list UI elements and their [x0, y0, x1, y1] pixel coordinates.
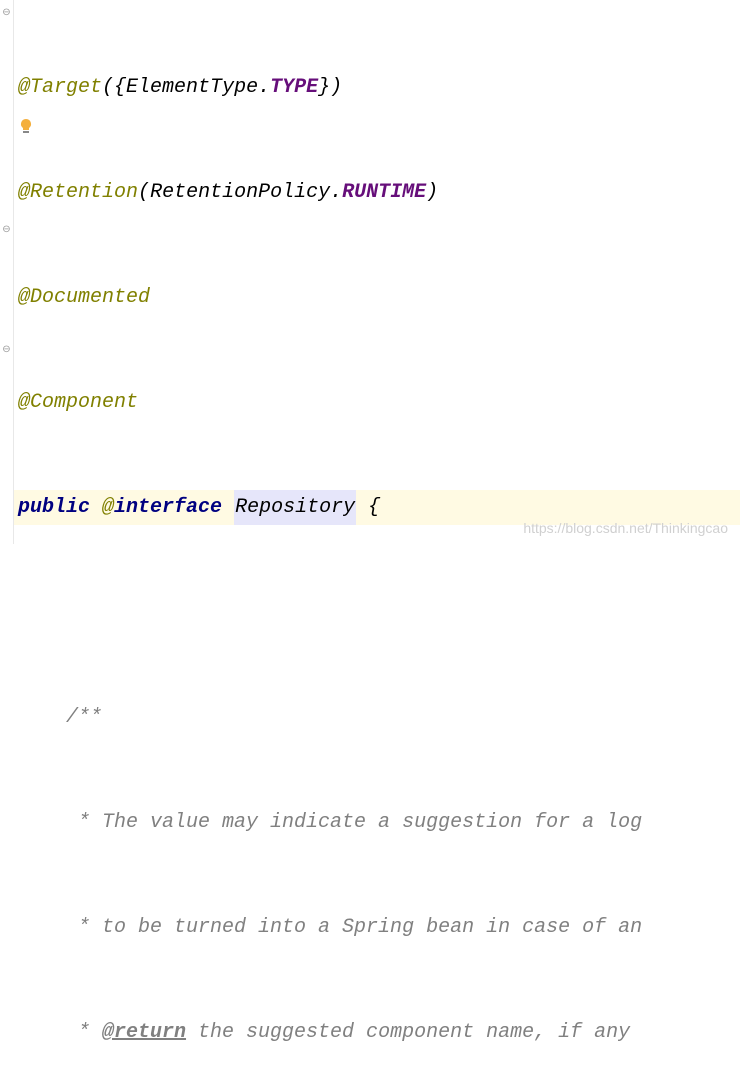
annotation-name: Retention	[30, 175, 138, 210]
code-content[interactable]: @Target({ElementType.TYPE}) @Retention(R…	[14, 0, 740, 544]
annotation-at: @	[18, 280, 30, 315]
code-line[interactable]: * @return the suggested component name, …	[18, 1015, 740, 1050]
javadoc-return-tag: @return	[102, 1015, 186, 1050]
code-line[interactable]: @Target({ElementType.TYPE})	[18, 70, 740, 105]
paren: (	[138, 175, 150, 210]
javadoc-start: /**	[18, 700, 102, 735]
code-line[interactable]: * The value may indicate a suggestion fo…	[18, 805, 740, 840]
javadoc-text: the suggested component name, if any	[186, 1015, 630, 1050]
paren: })	[318, 70, 342, 105]
annotation-at: @	[18, 70, 30, 105]
code-line[interactable]: @Retention(RetentionPolicy.RUNTIME)	[18, 175, 740, 210]
fold-mark[interactable]: ⊖	[1, 345, 12, 356]
code-line[interactable]: /**	[18, 700, 740, 735]
annotation-name: Component	[30, 385, 138, 420]
annotation-name: Documented	[30, 280, 150, 315]
code-line[interactable]: * to be turned into a Spring bean in cas…	[18, 910, 740, 945]
fold-mark[interactable]: ⊖	[1, 225, 12, 236]
fold-mark[interactable]: ⊖	[1, 8, 12, 19]
annotation-at: @	[18, 385, 30, 420]
type-name-highlighted: Repository	[234, 490, 356, 525]
watermark-text: https://blog.csdn.net/Thinkingcao	[523, 520, 728, 536]
code-line-empty[interactable]	[18, 595, 740, 630]
enum-constant: TYPE	[270, 70, 318, 105]
javadoc-text: * to be turned into a Spring bean in cas…	[18, 910, 642, 945]
dot: .	[330, 175, 342, 210]
class-ref: ElementType	[126, 70, 258, 105]
code-editor[interactable]: ⊖ ⊖ ⊖ @Target({ElementType.TYPE}) @Reten…	[0, 0, 740, 544]
keyword-interface: interface	[114, 490, 222, 525]
code-line[interactable]: @Documented	[18, 280, 740, 315]
annotation-at: @	[18, 175, 30, 210]
javadoc-text: * The value may indicate a suggestion fo…	[18, 805, 642, 840]
keyword-public: public	[18, 490, 102, 525]
class-ref: RetentionPolicy	[150, 175, 330, 210]
enum-constant: RUNTIME	[342, 175, 426, 210]
paren: )	[426, 175, 438, 210]
gutter: ⊖ ⊖ ⊖	[0, 0, 14, 544]
annotation-name: Target	[30, 70, 102, 105]
annotation-at: @	[102, 490, 114, 525]
javadoc-prefix: *	[18, 1015, 102, 1050]
paren: ({	[102, 70, 126, 105]
code-line[interactable]: @Component	[18, 385, 740, 420]
brace: {	[356, 490, 380, 525]
space	[222, 490, 234, 525]
dot: .	[258, 70, 270, 105]
intention-bulb-icon[interactable]	[18, 118, 34, 134]
